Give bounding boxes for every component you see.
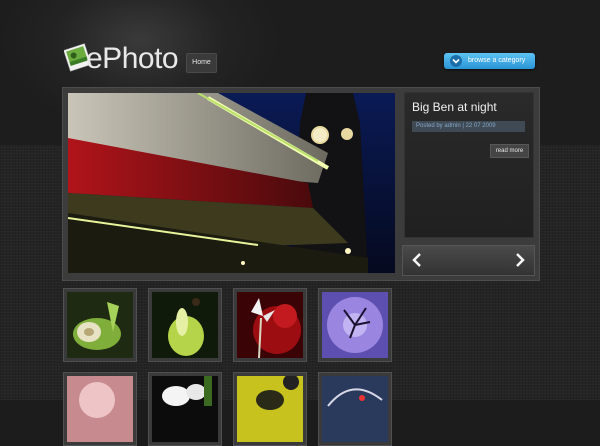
featured-photo[interactable] [68, 93, 395, 273]
logo[interactable]: ePhoto [64, 40, 179, 80]
arrow-right-icon[interactable] [512, 252, 528, 268]
read-more-button[interactable]: read more [490, 144, 529, 158]
featured-info-panel: Big Ben at night Posted by admin | 22 07… [404, 92, 534, 238]
featured-meta: Posted by admin | 22 07 2009 [412, 121, 525, 132]
chevron-down-icon [450, 55, 462, 67]
featured-slider: Big Ben at night Posted by admin | 22 07… [62, 87, 540, 281]
arrow-left-icon[interactable] [409, 252, 425, 268]
thumbnail-yellow-flower-bee[interactable] [233, 372, 307, 446]
thumbnail-purple-flower[interactable] [318, 288, 392, 362]
featured-title[interactable]: Big Ben at night [412, 100, 497, 114]
thumbnail-garlic[interactable] [63, 288, 137, 362]
thumbnail-pink-flower[interactable] [63, 372, 137, 446]
nav-home[interactable]: Home [186, 53, 217, 73]
thumbnail-green-flower[interactable] [148, 288, 222, 362]
browse-category-button[interactable]: browse a category [444, 53, 535, 69]
thumbnail-dark-sky[interactable] [318, 372, 392, 446]
slider-controls [402, 245, 535, 276]
thumbnail-white-flower-red[interactable] [233, 288, 307, 362]
thumbnail-white-flower[interactable] [148, 372, 222, 446]
browse-category-label: browse a category [468, 57, 526, 64]
logo-text: ePhoto [86, 42, 179, 75]
